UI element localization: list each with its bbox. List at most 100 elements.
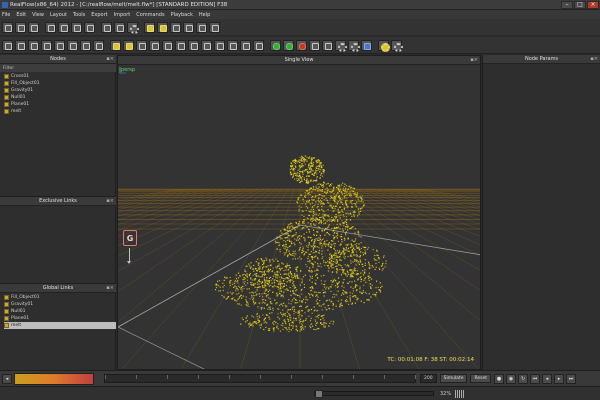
single-view-viewport[interactable]: Single View ▪× persp G TC: 00:01:08 F: 3… [117,55,481,370]
emitter-icon[interactable] [144,21,155,33]
object-icon[interactable] [196,21,207,33]
global-links-title: Global Links [42,285,74,291]
exclusive-links-panel: Exclusive Links ▪× [0,196,116,282]
gravity-daemon-icon[interactable] [188,39,199,51]
mesh-icon[interactable] [170,21,181,33]
loop-icon[interactable]: ↻ [518,373,529,384]
select-icon[interactable] [45,21,56,33]
node-item[interactable]: Plane01 [4,101,116,108]
fill-object-icon[interactable] [157,21,168,33]
open-scene-icon[interactable] [15,21,26,33]
ocean-icon[interactable] [322,39,333,51]
reset-dropdown[interactable]: Reset [470,374,492,383]
zoom-slider-thumb[interactable] [315,390,323,398]
torus-icon[interactable] [54,39,65,51]
node-params-panel: Node Params ▪× [482,55,600,370]
stop-red-icon[interactable] [296,39,307,51]
nodes-filter-row[interactable]: Filter [0,64,116,72]
node-params-title: Node Params [524,56,559,62]
timeline-track[interactable] [104,374,416,383]
close-button[interactable]: × [587,0,599,9]
node-item[interactable]: melt [4,108,116,115]
gravity-daemon-gizmo[interactable]: G [123,230,137,246]
tools-gear-icon[interactable] [391,39,403,52]
script-gear-icon[interactable] [348,39,360,52]
panel-close-icon[interactable]: ▪× [106,56,114,62]
scale-icon[interactable] [84,21,95,33]
nodes-panel: Nodes ▪× Filter Cross01 Fill_Object01 Gr… [0,55,116,195]
node-item[interactable]: Fill_Object01 [4,80,116,87]
render-icon[interactable] [361,39,372,51]
wave-icon[interactable] [309,39,320,51]
scene-canvas[interactable] [118,65,481,370]
maximize-button[interactable]: □ [574,0,586,9]
cross-icon[interactable] [93,39,104,51]
sphere-icon[interactable] [15,39,26,51]
null-icon[interactable] [80,39,91,51]
save-scene-icon[interactable] [28,21,39,33]
menu-view[interactable]: View [32,12,44,18]
vortex-daemon-icon[interactable] [214,39,225,51]
global-link-item[interactable]: Plane01 [4,315,116,322]
global-link-item[interactable]: Null01 [4,308,116,315]
particle-fluid-icon[interactable] [110,39,121,51]
wet-icon[interactable] [149,39,160,51]
menu-import[interactable]: Import [114,12,131,18]
global-link-item-selected[interactable]: melt [4,322,116,329]
rigid-body-icon[interactable] [209,21,220,33]
plane-icon[interactable] [28,39,39,51]
node-item[interactable]: Null01 [4,94,116,101]
settings-gear-icon[interactable] [127,21,139,34]
menu-file[interactable]: File [2,12,10,18]
panel-close-icon[interactable]: ▪× [106,285,114,291]
hybrido-gear-icon[interactable] [378,39,390,52]
cube-icon[interactable] [2,39,13,51]
record-green-icon[interactable] [270,39,281,51]
zoom-slider[interactable] [314,390,434,398]
k-volume-icon[interactable] [240,39,251,51]
timeline-start-icon[interactable]: ◂ [2,373,12,384]
panel-close-icon[interactable]: ▪× [106,198,114,204]
daemon-icon[interactable] [183,21,194,33]
nodes-panel-title: Nodes [50,56,66,62]
cone-icon[interactable] [67,39,78,51]
step-icon[interactable]: ◉ [506,373,517,384]
simulate-play-icon[interactable]: ● [494,373,505,384]
menu-playback[interactable]: Playback [171,12,193,18]
simulate-mode-dropdown[interactable]: Simulate [439,374,468,383]
k-speed-icon[interactable] [253,39,264,51]
menu-help[interactable]: Help [199,12,210,18]
prev-frame-icon[interactable]: ◂ [542,373,553,384]
menu-commands[interactable]: Commands [136,12,164,18]
minimize-button[interactable]: – [561,0,573,9]
menu-tools[interactable]: Tools [73,12,85,18]
global-link-item[interactable]: Gravity01 [4,301,116,308]
grid-fluid-icon[interactable] [136,39,147,51]
new-scene-icon[interactable] [2,21,13,33]
grid-icon[interactable] [101,21,112,33]
resize-grip-icon[interactable] [455,389,466,398]
go-end-icon[interactable]: ⏭ [566,373,577,384]
menu-export[interactable]: Export [91,12,107,18]
camera-icon[interactable] [114,21,125,33]
menu-edit[interactable]: Edit [16,12,26,18]
dyverso-icon[interactable] [123,39,134,51]
rotate-icon[interactable] [71,21,82,33]
end-frame-field[interactable]: 200 [420,374,437,383]
play-green-icon[interactable] [283,39,294,51]
node-item[interactable]: Cross01 [4,73,116,80]
go-start-icon[interactable]: ⏮ [530,373,541,384]
noise-daemon-icon[interactable] [227,39,238,51]
panel-close-icon[interactable]: ▪× [590,56,598,62]
wind-daemon-icon[interactable] [201,39,212,51]
global-link-item[interactable]: Fill_Object01 [4,294,116,301]
move-icon[interactable] [58,21,69,33]
preferences-gear-icon[interactable] [335,39,347,52]
cylinder-icon[interactable] [41,39,52,51]
splash-icon[interactable] [162,39,173,51]
next-frame-icon[interactable]: ▸ [554,373,565,384]
foam-icon[interactable] [175,39,186,51]
panel-close-icon[interactable]: ▪× [470,57,478,63]
menu-layout[interactable]: Layout [50,12,67,18]
node-item[interactable]: Gravity01 [4,87,116,94]
